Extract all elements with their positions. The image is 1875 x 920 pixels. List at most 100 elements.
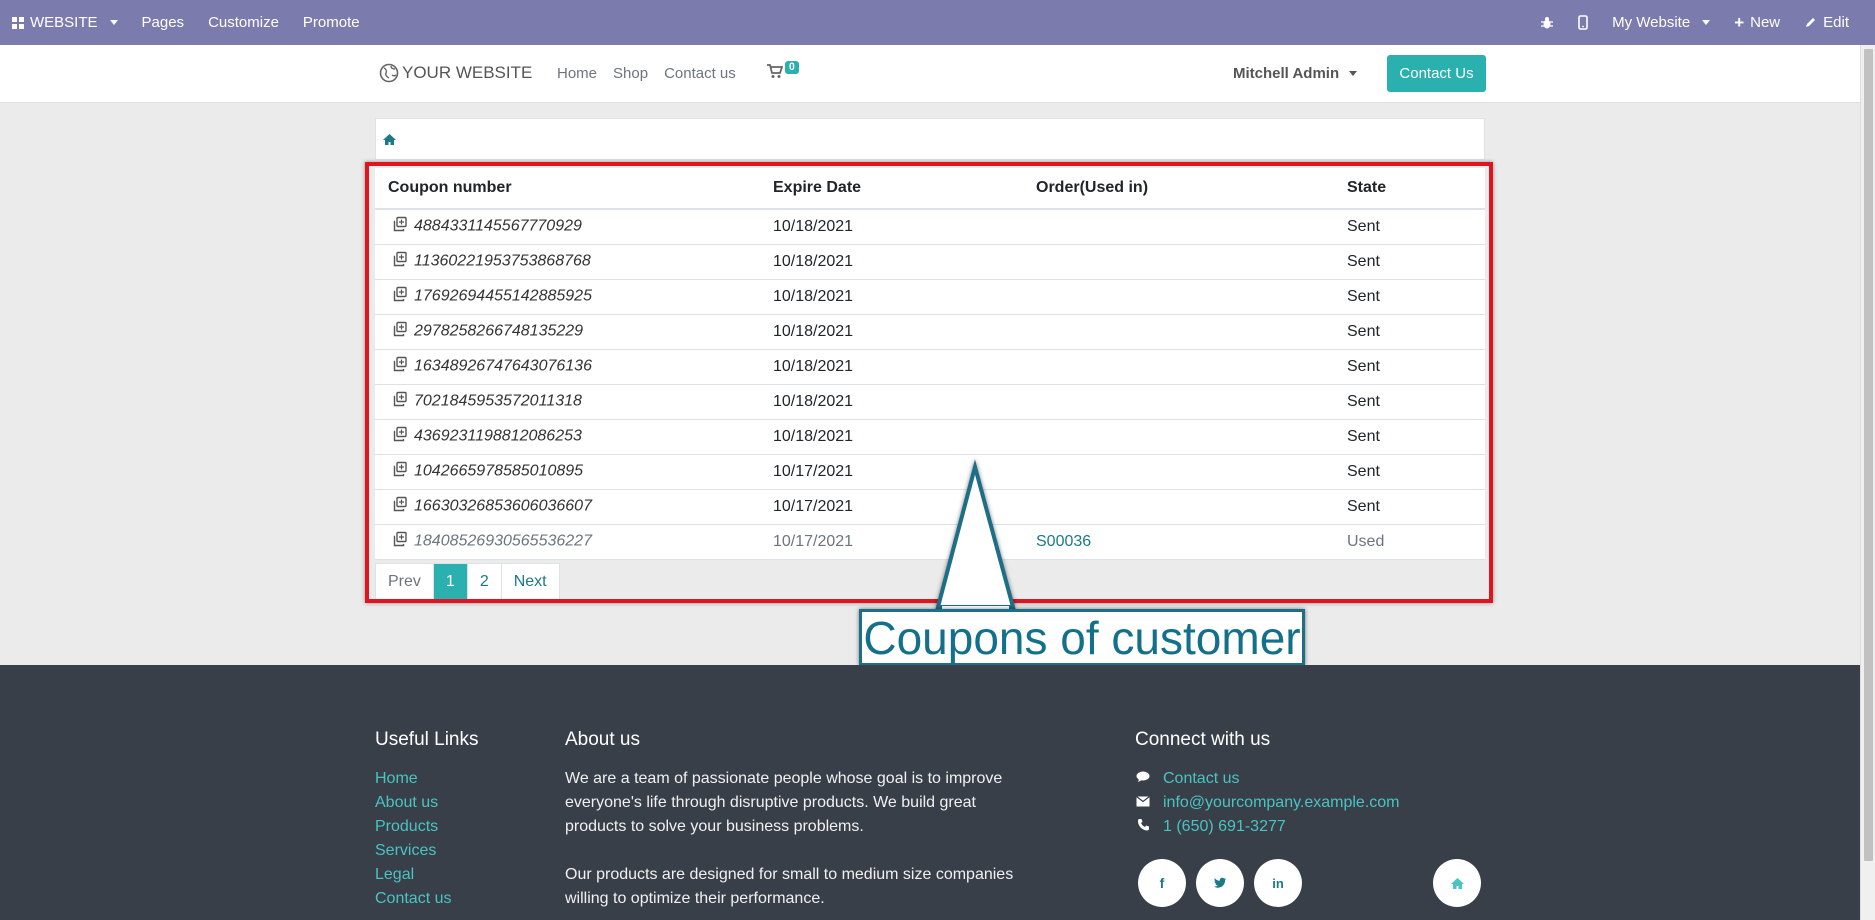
contact-row-email: info@yourcompany.example.com xyxy=(1135,791,1400,815)
coupon-number-cell: 17692694455142885925 xyxy=(375,279,760,315)
apps-grid-icon xyxy=(12,16,24,29)
table-row[interactable]: 4884331145567770929 10/18/2021 Sent xyxy=(375,209,1485,245)
linkedin-icon[interactable]: in xyxy=(1254,859,1302,907)
nav-shop[interactable]: Shop xyxy=(613,65,648,82)
contact-us-button[interactable]: Contact Us xyxy=(1387,55,1486,92)
edit-button[interactable]: Edit xyxy=(1792,0,1861,45)
pager-prev[interactable]: Prev xyxy=(376,564,434,599)
mobile-preview-icon[interactable] xyxy=(1566,0,1600,45)
table-row[interactable]: 16630326853606036607 10/17/2021 Sent xyxy=(375,489,1485,525)
coupon-number: 2978258266748135229 xyxy=(414,322,584,340)
order-cell xyxy=(1023,419,1334,455)
copy-icon[interactable] xyxy=(392,321,408,342)
state-cell: Used xyxy=(1334,524,1485,560)
coupon-number-cell: 16348926747643076136 xyxy=(375,349,760,385)
coupon-number: 4369231198812086253 xyxy=(414,427,582,445)
home-social-icon[interactable] xyxy=(1433,859,1481,907)
about-paragraph-2: Our products are designed for small to m… xyxy=(565,866,1014,907)
state-cell: Sent xyxy=(1334,454,1485,490)
footer-link-about-us[interactable]: About us xyxy=(375,791,479,815)
shopping-cart-icon xyxy=(767,64,783,78)
cart-count-badge: 0 xyxy=(785,61,799,74)
copy-icon[interactable] xyxy=(392,286,408,307)
footer-phone-link[interactable]: 1 (650) 691-3277 xyxy=(1163,815,1286,839)
copy-icon[interactable] xyxy=(392,426,408,447)
state-cell: Sent xyxy=(1334,419,1485,455)
cart-link[interactable]: 0 xyxy=(766,61,799,79)
table-row[interactable]: 11360221953753868768 10/18/2021 Sent xyxy=(375,244,1485,280)
about-column: About us We are a team of passionate peo… xyxy=(565,729,1015,911)
table-row[interactable]: 18408526930565536227 10/17/2021 S00036 Used xyxy=(375,524,1485,560)
footer-link-home[interactable]: Home xyxy=(375,767,479,791)
copy-icon[interactable] xyxy=(392,461,408,482)
footer-email-link[interactable]: info@yourcompany.example.com xyxy=(1163,791,1400,815)
apps-menu[interactable]: WEBSITE xyxy=(0,0,130,45)
coupon-number-cell: 4884331145567770929 xyxy=(375,209,760,245)
nav-home[interactable]: Home xyxy=(557,65,597,82)
menu-customize[interactable]: Customize xyxy=(196,0,291,45)
table-row[interactable]: 1042665978585010895 10/17/2021 Sent xyxy=(375,454,1485,490)
coupon-number-cell: 2978258266748135229 xyxy=(375,314,760,350)
footer-link-products[interactable]: Products xyxy=(375,815,479,839)
pager-next[interactable]: Next xyxy=(502,564,559,599)
callout-label: Coupons of customer xyxy=(859,609,1305,666)
copy-icon[interactable] xyxy=(392,391,408,412)
table-row[interactable]: 17692694455142885925 10/18/2021 Sent xyxy=(375,279,1485,315)
coupon-number: 17692694455142885925 xyxy=(414,287,592,305)
new-button[interactable]: + New xyxy=(1722,0,1792,45)
menu-pages[interactable]: Pages xyxy=(130,0,197,45)
footer-contact-link[interactable]: Contact us xyxy=(1163,767,1239,791)
coupon-number: 16348926747643076136 xyxy=(414,357,592,375)
copy-icon[interactable] xyxy=(392,356,408,377)
coupon-number: 4884331145567770929 xyxy=(414,217,582,235)
copy-icon[interactable] xyxy=(392,531,408,552)
phone-icon xyxy=(1135,815,1151,839)
order-cell xyxy=(1023,384,1334,420)
copy-icon[interactable] xyxy=(392,496,408,517)
new-label: New xyxy=(1750,14,1781,31)
nav-contact-us[interactable]: Contact us xyxy=(664,65,736,82)
website-switcher[interactable]: My Website xyxy=(1600,0,1722,45)
plus-icon: + xyxy=(1734,12,1745,32)
footer-link-services[interactable]: Services xyxy=(375,839,479,863)
coupon-number: 18408526930565536227 xyxy=(414,532,592,550)
table-header-row: Coupon number Expire Date Order(Used in)… xyxy=(375,168,1485,210)
table-row[interactable]: 16348926747643076136 10/18/2021 Sent xyxy=(375,349,1485,385)
site-header: YOUR WEBSITE Home Shop Contact us 0 Mitc… xyxy=(0,45,1860,103)
order-cell xyxy=(1023,454,1334,490)
twitter-icon[interactable] xyxy=(1196,859,1244,907)
footer-link-legal[interactable]: Legal xyxy=(375,863,479,887)
order-cell[interactable]: S00036 xyxy=(1023,524,1334,560)
page-scrollbar[interactable] xyxy=(1860,45,1875,920)
order-cell xyxy=(1023,314,1334,350)
pager-page-1[interactable]: 1 xyxy=(433,564,468,599)
expire-date-cell: 10/17/2021 xyxy=(760,454,1023,490)
admin-navbar: WEBSITE Pages Customize Promote My Websi… xyxy=(0,0,1875,45)
table-row[interactable]: 7021845953572011318 10/18/2021 Sent xyxy=(375,384,1485,420)
user-menu[interactable]: Mitchell Admin xyxy=(1233,65,1358,82)
debug-bug-icon[interactable] xyxy=(1528,0,1566,45)
scrollbar-thumb[interactable] xyxy=(1864,49,1873,861)
home-icon[interactable] xyxy=(382,133,397,146)
site-logo[interactable]: YOUR WEBSITE xyxy=(379,63,532,83)
col-coupon-number: Coupon number xyxy=(375,168,760,210)
facebook-icon[interactable]: f xyxy=(1138,859,1186,907)
contact-row-phone: 1 (650) 691-3277 xyxy=(1135,815,1400,839)
menu-promote[interactable]: Promote xyxy=(291,0,372,45)
footer-link-contact-us[interactable]: Contact us xyxy=(375,887,479,911)
pagination: Prev 1 2 Next xyxy=(375,563,560,600)
app-label: WEBSITE xyxy=(30,14,98,31)
chevron-down-icon xyxy=(1702,20,1711,25)
table-row[interactable]: 4369231198812086253 10/18/2021 Sent xyxy=(375,419,1485,455)
table-row[interactable]: 2978258266748135229 10/18/2021 Sent xyxy=(375,314,1485,350)
connect-column: Connect with us Contact us info@yourcomp… xyxy=(1135,729,1400,839)
order-cell xyxy=(1023,244,1334,280)
pager-page-2[interactable]: 2 xyxy=(468,564,502,599)
copy-icon[interactable] xyxy=(392,216,408,237)
copy-icon[interactable] xyxy=(392,251,408,272)
coupon-number-cell: 16630326853606036607 xyxy=(375,489,760,525)
state-cell: Sent xyxy=(1334,209,1485,245)
site-footer: Useful Links Home About us Products Serv… xyxy=(0,665,1860,920)
state-cell: Sent xyxy=(1334,489,1485,525)
expire-date-cell: 10/17/2021 xyxy=(760,524,1023,560)
